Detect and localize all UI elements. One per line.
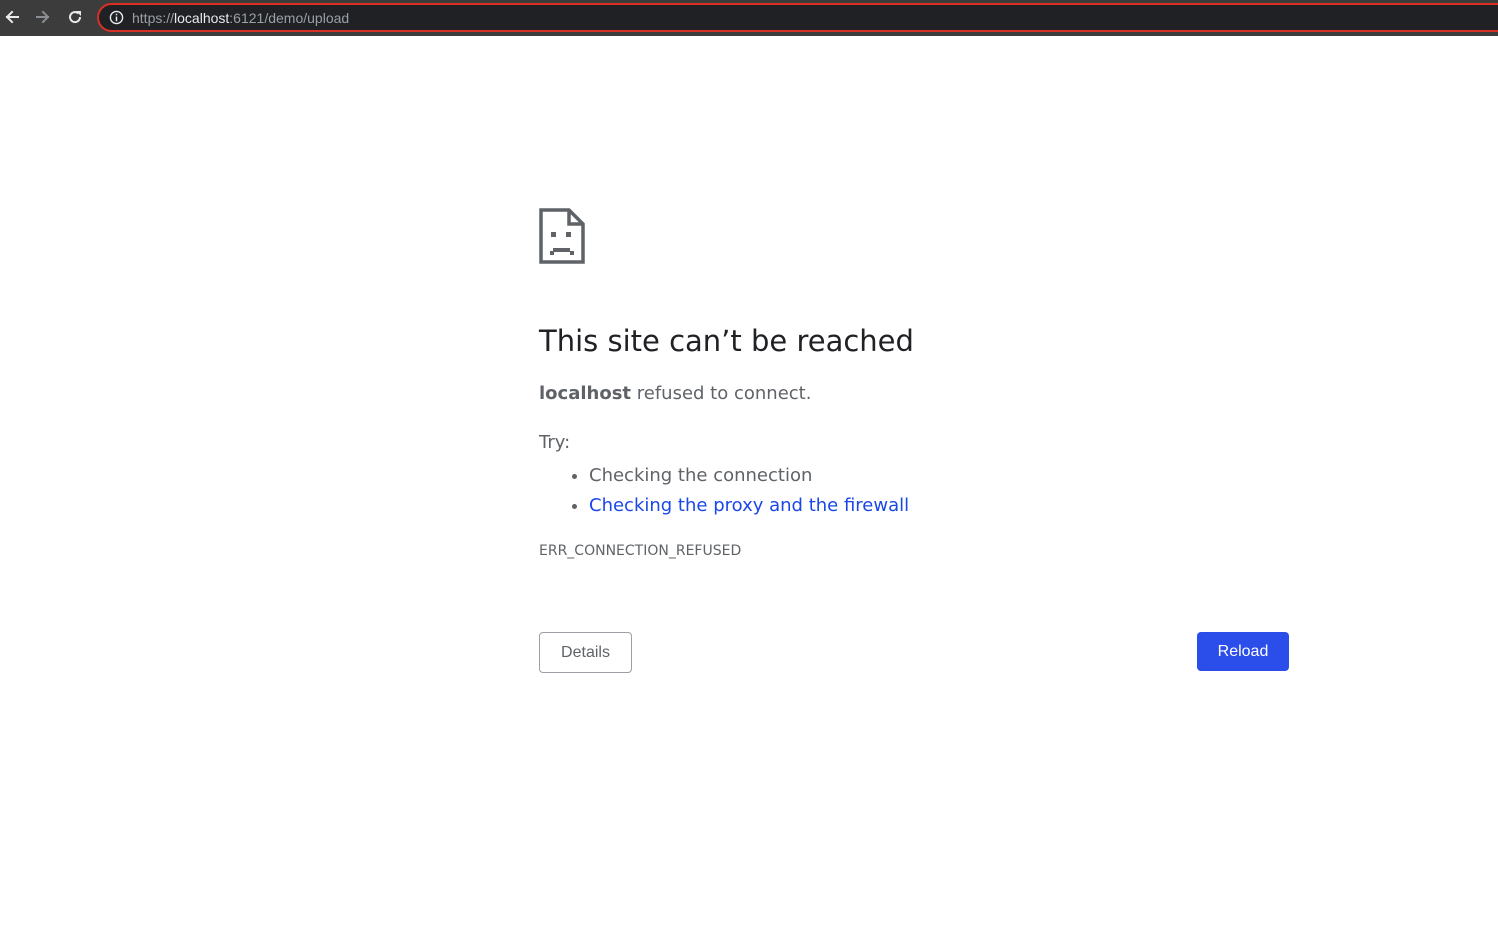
error-code: ERR_CONNECTION_REFUSED — [539, 543, 742, 559]
reload-icon — [69, 11, 82, 24]
sad-document-icon — [539, 208, 585, 264]
error-summary-text: refused to connect. — [631, 383, 812, 404]
suggestions-list: Checking the connection Checking the pro… — [539, 461, 909, 521]
back-button[interactable] — [0, 5, 24, 29]
arrow-left-icon — [5, 10, 19, 24]
suggestion-check-connection: Checking the connection — [589, 465, 813, 486]
reload-page-button[interactable] — [63, 5, 87, 29]
url-host: localhost — [174, 10, 230, 26]
suggestion-proxy-firewall-link[interactable]: Checking the proxy and the firewall — [589, 495, 909, 516]
forward-button[interactable] — [31, 5, 55, 29]
browser-toolbar: https://localhost:6121/demo/upload — [0, 0, 1498, 36]
arrow-right-icon — [36, 10, 50, 24]
try-label: Try: — [539, 432, 571, 453]
url-path: :6121/demo/upload — [229, 10, 350, 26]
error-summary: localhost refused to connect. — [539, 381, 811, 407]
error-host: localhost — [539, 383, 632, 404]
details-button[interactable]: Details — [539, 632, 632, 673]
suggestion-item: Checking the proxy and the firewall — [589, 491, 909, 521]
reload-button[interactable]: Reload — [1197, 632, 1289, 671]
info-icon[interactable] — [109, 10, 124, 25]
url-scheme: https:// — [132, 10, 175, 26]
url-text[interactable]: https://localhost:6121/demo/upload — [132, 9, 349, 27]
suggestion-item: Checking the connection — [589, 461, 909, 491]
page-title: This site can’t be reached — [539, 324, 914, 358]
address-bar[interactable]: https://localhost:6121/demo/upload — [97, 3, 1498, 32]
